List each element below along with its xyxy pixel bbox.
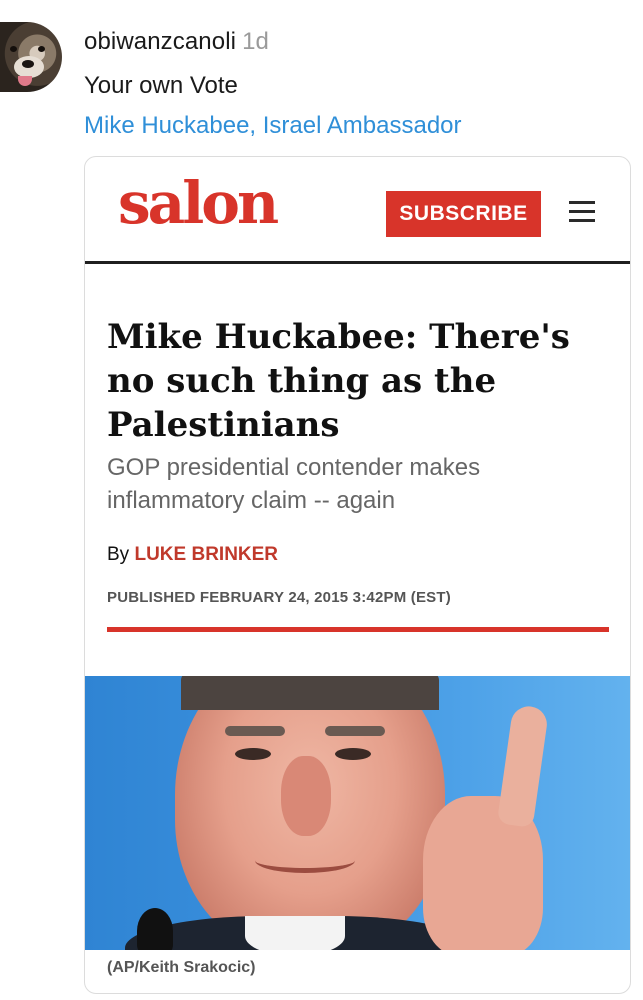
article-photo[interactable] xyxy=(85,676,630,950)
avatar-nose xyxy=(22,60,34,68)
photo-brow xyxy=(325,726,385,736)
published-date: PUBLISHED FEBRUARY 24, 2015 3:42PM (EST) xyxy=(107,589,451,606)
microphone-icon xyxy=(137,908,173,950)
comment-text: Your own Vote xyxy=(84,72,238,99)
photo-brow xyxy=(225,726,285,736)
avatar-eye xyxy=(38,46,45,52)
comment-time: 1d xyxy=(242,28,269,55)
article-byline: By LUKE BRINKER xyxy=(107,544,278,566)
photo-eye xyxy=(335,748,371,760)
salon-logo[interactable]: salon xyxy=(118,169,279,237)
author-link[interactable]: LUKE BRINKER xyxy=(134,544,278,565)
photo-nose xyxy=(281,756,331,836)
photo-mouth xyxy=(255,848,355,873)
avatar[interactable] xyxy=(0,22,62,92)
photo-caption: (AP/Keith Srakocic) xyxy=(107,959,256,976)
hamburger-menu-icon[interactable] xyxy=(569,201,595,223)
photo-hair xyxy=(181,676,439,710)
username[interactable]: obiwanzcanoli xyxy=(84,28,236,55)
byline-prefix: By xyxy=(107,544,130,565)
article-headline[interactable]: Mike Huckabee: There's no such thing as … xyxy=(107,315,607,447)
photo-collar xyxy=(245,916,345,950)
article-header: salon SUBSCRIBE xyxy=(85,157,630,264)
photo-eye xyxy=(235,748,271,760)
subscribe-button[interactable]: SUBSCRIBE xyxy=(386,191,541,237)
comment-header: obiwanzcanoli 1d xyxy=(84,28,269,56)
embedded-article-card[interactable]: salon SUBSCRIBE Mike Huckabee: There's n… xyxy=(84,156,631,994)
article-subhead: GOP presidential contender makes inflamm… xyxy=(107,454,481,514)
avatar-eye xyxy=(10,46,17,52)
avatar-tongue xyxy=(18,76,32,86)
divider-rule xyxy=(107,627,609,632)
photo-finger xyxy=(496,704,550,828)
comment-link[interactable]: Mike Huckabee, Israel Ambassador xyxy=(84,112,462,140)
